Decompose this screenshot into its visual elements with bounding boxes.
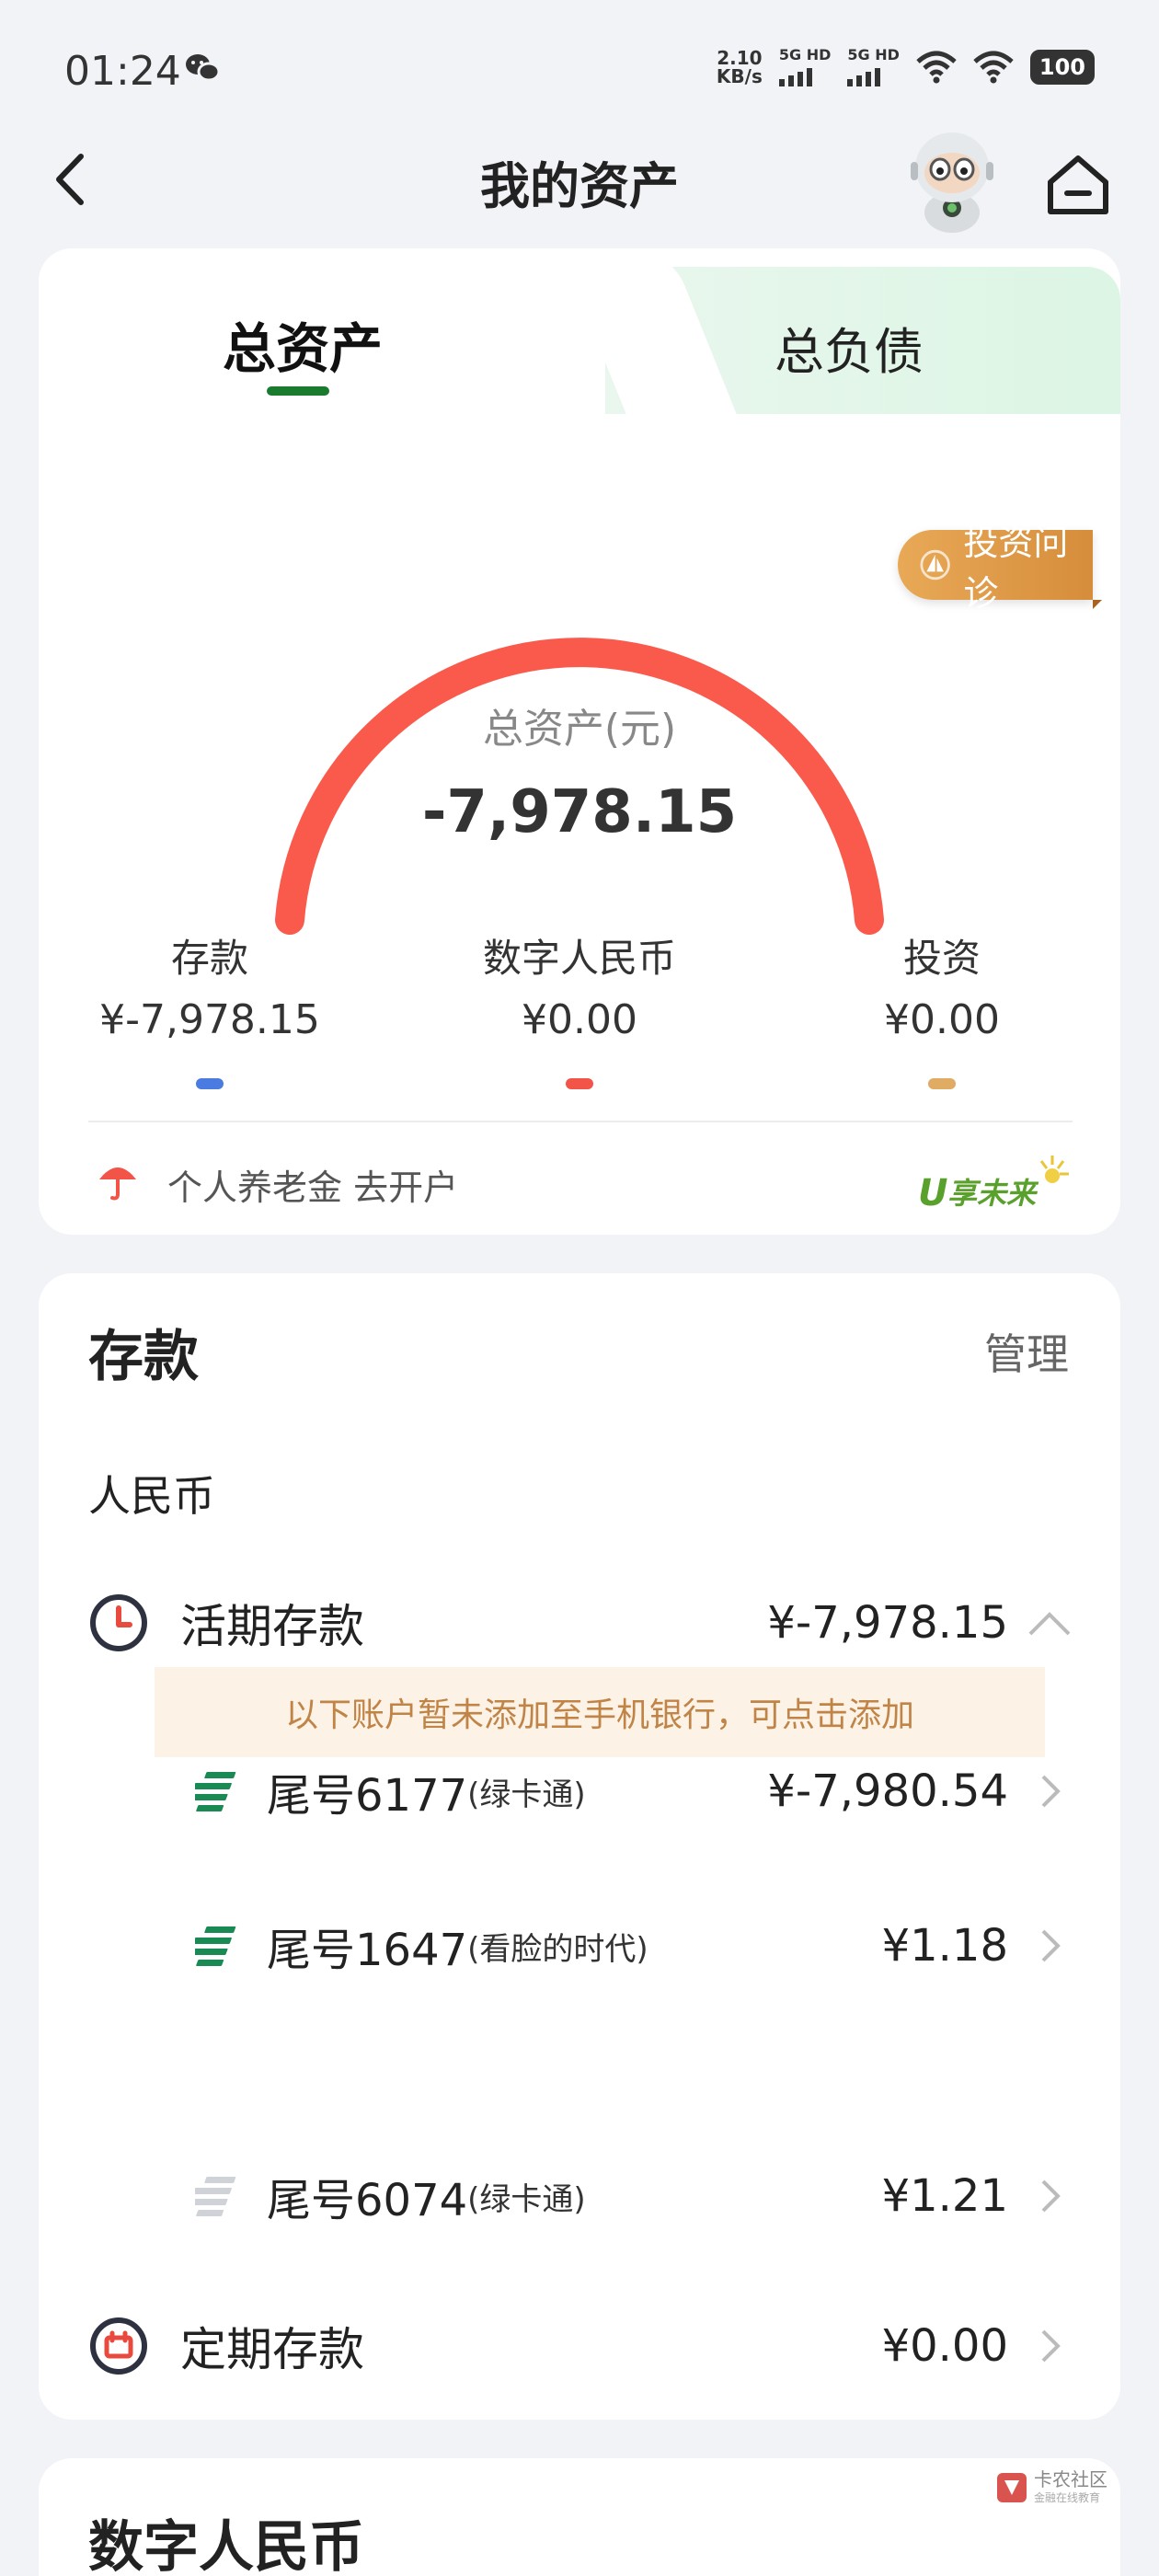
account-row-6177[interactable]: 尾号6177 (绿卡通) ¥-7,980.54 <box>195 1759 1073 1823</box>
account-tag-6177: (绿卡通) <box>467 1776 586 1813</box>
postal-bank-logo-icon <box>195 1772 236 1811</box>
watermark-text: 卡农社区 <box>1034 2468 1107 2490</box>
account-value-6074: ¥1.21 <box>881 2170 1008 2222</box>
deposit-section-title: 存款 <box>88 1325 199 1389</box>
demand-deposit-label: 活期存款 <box>180 1600 364 1653</box>
svg-text:U: U <box>918 1172 947 1214</box>
category-deposit[interactable]: 存款 ¥-7,978.15 <box>63 927 357 1089</box>
account-row-6074[interactable]: 尾号6074 (绿卡通) ¥1.21 <box>195 2164 1073 2228</box>
postal-bank-logo-gray-icon <box>195 2177 236 2216</box>
category-deposit-value: ¥-7,978.15 <box>99 996 320 1043</box>
wifi-icon <box>916 51 957 84</box>
category-digital-rmb-dot <box>566 1078 593 1089</box>
chevron-right-icon <box>1041 2179 1061 2213</box>
tab-total-liabilities[interactable]: 总负债 <box>775 311 924 384</box>
account-row-1647[interactable]: 尾号1647 (看脸的时代) ¥1.18 <box>195 1914 1073 1978</box>
category-investment-dot <box>928 1078 956 1089</box>
divider <box>88 1121 1073 1122</box>
digital-rmb-section-title: 数字人民币 <box>88 2515 364 2576</box>
pension-open-account-link[interactable]: 个人养老金 去开户 <box>167 1159 458 1210</box>
invest-diagnosis-label: 投资问诊 <box>963 523 1069 614</box>
category-investment-value: ¥0.00 <box>884 996 1000 1043</box>
chevron-right-icon <box>1041 1775 1061 1808</box>
account-value-1647: ¥1.18 <box>881 1920 1008 1972</box>
watermark-subtext: 金融在线教育 <box>1034 2491 1101 2504</box>
category-deposit-name: 存款 <box>170 936 248 981</box>
deposit-card: 存款 管理 人民币 活期存款 ¥-7,978.15 尾号6177 (绿卡通) ¥… <box>39 1273 1120 2420</box>
wifi-icon-2 <box>973 51 1014 84</box>
fixed-deposit-label: 定期存款 <box>180 2323 364 2376</box>
category-deposit-dot <box>196 1078 224 1089</box>
account-number-6074: 尾号6074 <box>267 2175 468 2226</box>
postal-bank-logo-icon <box>195 1926 236 1966</box>
battery-icon: 100 <box>1029 50 1095 85</box>
tab-active-indicator <box>267 386 329 396</box>
net-speed: 2.10 KB/s <box>716 47 763 87</box>
fixed-deposit-value: ¥0.00 <box>881 2320 1008 2372</box>
manage-button[interactable]: 管理 <box>984 1321 1069 1382</box>
category-digital-rmb-name: 数字人民币 <box>482 936 676 981</box>
u-future-logo: U 享未来 <box>914 1148 1080 1222</box>
umbrella-icon <box>98 1159 138 1205</box>
tab-total-assets[interactable]: 总资产 <box>223 305 383 383</box>
svg-text:享未来: 享未来 <box>947 1176 1039 1211</box>
status-time: 01:24 <box>64 48 181 95</box>
account-tag-1647: (看脸的时代) <box>467 1930 648 1968</box>
demand-deposit-value: ¥-7,978.15 <box>767 1597 1008 1649</box>
home-icon[interactable] <box>1045 153 1111 217</box>
asset-summary-card: 总资产 总负债 投资问诊 总资产(元) -7,978.15 存款 ¥-7,978… <box>39 248 1120 1235</box>
fixed-deposit-row[interactable]: 定期存款 ¥0.00 <box>88 2313 1073 2379</box>
chevron-right-icon <box>1041 2329 1061 2363</box>
total-assets-value: -7,978.15 <box>421 778 738 846</box>
watermark: 卡农社区 金融在线教育 <box>995 2469 1107 2505</box>
signal-icon: 5G HD <box>778 48 831 86</box>
chevron-right-icon <box>1041 1929 1061 1962</box>
category-digital-rmb-value: ¥0.00 <box>522 996 637 1043</box>
category-investment[interactable]: 投资 ¥0.00 <box>795 927 1089 1089</box>
watermark-logo-icon <box>997 2472 1027 2502</box>
clock-icon <box>90 1594 147 1651</box>
robot-assistant-icon[interactable] <box>901 125 1003 236</box>
account-number-6177: 尾号6177 <box>267 1770 468 1822</box>
chevron-up-icon[interactable] <box>1027 1604 1073 1641</box>
demand-deposit-row[interactable]: 活期存款 ¥-7,978.15 <box>88 1590 1073 1656</box>
gauge-label: 总资产(元) <box>482 706 677 753</box>
signal-icon-2: 5G HD <box>847 48 900 86</box>
account-tag-6074: (绿卡通) <box>467 2180 586 2218</box>
category-investment-name: 投资 <box>902 936 981 981</box>
currency-label: 人民币 <box>88 1471 215 1521</box>
wechat-icon <box>184 52 221 88</box>
calendar-icon <box>90 2317 147 2375</box>
account-number-1647: 尾号1647 <box>267 1925 468 1976</box>
account-value-6177: ¥-7,980.54 <box>767 1765 1008 1817</box>
digital-rmb-card: 数字人民币 <box>39 2458 1120 2576</box>
category-digital-rmb[interactable]: 数字人民币 ¥0.00 <box>432 927 727 1089</box>
unadded-accounts-notice[interactable]: 以下账户暂未添加至手机银行，可点击添加 <box>155 1667 1045 1757</box>
status-bar: 01:24 2.10 KB/s 5G HD 5G HD 100 <box>0 0 1159 138</box>
